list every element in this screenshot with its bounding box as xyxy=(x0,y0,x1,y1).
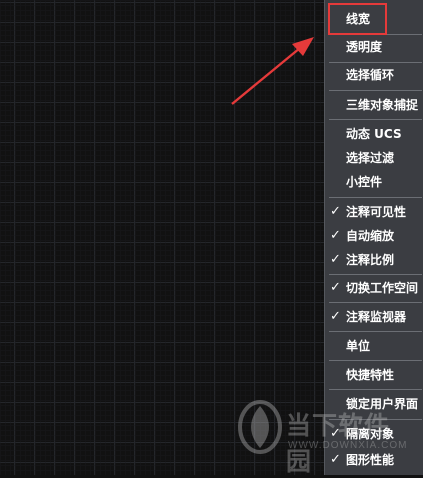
menu-item-label: 选择循环 xyxy=(346,68,395,82)
menu-item-label: 动态 UCS xyxy=(346,127,402,141)
menu-item-label: 小控件 xyxy=(346,175,383,189)
checkmark-icon: ✓ xyxy=(330,280,341,295)
menu-separator xyxy=(329,389,422,390)
checkmark-icon: ✓ xyxy=(330,204,341,219)
menu-item-lineweight[interactable]: 线宽 xyxy=(325,7,423,31)
menu-item-label: 三维对象捕捉 xyxy=(346,98,419,112)
checkmark-icon: ✓ xyxy=(330,309,341,324)
menu-item-selection-cycling[interactable]: 选择循环 xyxy=(325,63,423,87)
menu-item-label: 隔离对象 xyxy=(346,427,395,441)
menu-item-label: 注释比例 xyxy=(346,253,395,267)
status-bar-customization-menu: 线宽 透明度 选择循环 三维对象捕捉 动态 UCS 选择过滤 小控件 ✓ 注释可… xyxy=(324,0,423,475)
menu-separator xyxy=(329,197,422,198)
menu-item-annotation-visibility[interactable]: ✓ 注释可见性 xyxy=(325,200,423,224)
menu-item-units[interactable]: 单位 xyxy=(325,334,423,358)
menu-separator xyxy=(329,274,422,275)
checkmark-icon: ✓ xyxy=(330,252,341,267)
menu-item-auto-scale[interactable]: ✓ 自动缩放 xyxy=(325,224,423,248)
checkmark-icon: ✓ xyxy=(330,426,341,441)
menu-separator xyxy=(329,90,422,91)
menu-separator xyxy=(329,331,422,332)
menu-item-label: 自动缩放 xyxy=(346,229,395,243)
menu-item-label: 注释可见性 xyxy=(346,205,407,219)
menu-separator xyxy=(329,419,422,420)
menu-item-workspace-switching[interactable]: ✓ 切换工作空间 xyxy=(325,276,423,300)
menu-item-gizmo[interactable]: 小控件 xyxy=(325,170,423,194)
menu-item-label: 切换工作空间 xyxy=(346,281,419,295)
menu-item-label: 快捷特性 xyxy=(346,368,395,382)
checkmark-icon: ✓ xyxy=(330,452,341,467)
menu-item-label: 单位 xyxy=(346,339,371,353)
menu-item-selection-filter[interactable]: 选择过滤 xyxy=(325,146,423,170)
menu-item-label: 选择过滤 xyxy=(346,151,395,165)
menu-item-quick-properties[interactable]: 快捷特性 xyxy=(325,363,423,387)
menu-item-label: 锁定用户界面 xyxy=(346,397,419,411)
menu-item-graphics-performance[interactable]: ✓ 图形性能 xyxy=(325,448,423,472)
menu-item-label: 注释监视器 xyxy=(346,310,407,324)
checkmark-icon: ✓ xyxy=(330,228,341,243)
menu-separator xyxy=(329,119,422,120)
menu-item-lock-ui[interactable]: 锁定用户界面 xyxy=(325,392,423,416)
menu-item-annotation-monitor[interactable]: ✓ 注释监视器 xyxy=(325,305,423,329)
menu-separator xyxy=(329,360,422,361)
menu-item-annotation-scale[interactable]: ✓ 注释比例 xyxy=(325,248,423,272)
menu-item-label: 透明度 xyxy=(346,40,383,54)
menu-item-label: 图形性能 xyxy=(346,453,395,467)
menu-item-isolate-objects[interactable]: ✓ 隔离对象 xyxy=(325,422,423,446)
menu-item-dynamic-ucs[interactable]: 动态 UCS xyxy=(325,122,423,146)
menu-item-3d-object-snap[interactable]: 三维对象捕捉 xyxy=(325,93,423,117)
menu-item-label: 线宽 xyxy=(346,12,371,26)
menu-separator xyxy=(329,302,422,303)
menu-item-transparency[interactable]: 透明度 xyxy=(325,35,423,59)
